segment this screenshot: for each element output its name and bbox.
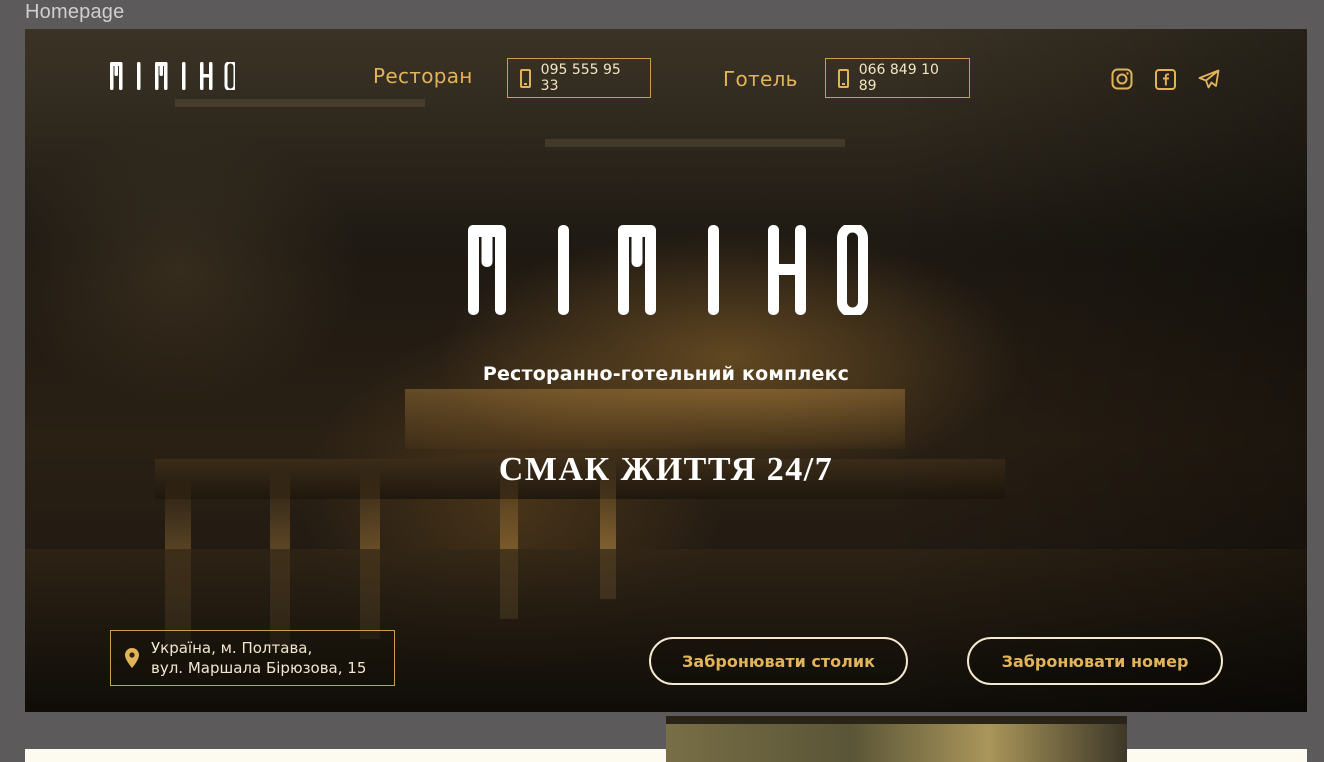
map-pin-icon xyxy=(125,648,139,668)
phone-icon xyxy=(838,68,849,88)
phone-icon xyxy=(520,68,531,88)
telegram-icon[interactable] xyxy=(1198,69,1220,89)
address-line-1: Україна, м. Полтава, xyxy=(151,639,313,657)
ceiling-light xyxy=(175,99,425,107)
social-links xyxy=(1111,68,1220,90)
nav-restaurant-link[interactable]: Ресторан xyxy=(373,64,473,88)
restaurant-phone[interactable]: 095 555 95 33 xyxy=(507,58,651,98)
logo-mark-small xyxy=(110,62,235,90)
hero-tagline: СМАК ЖИТТЯ 24/7 xyxy=(498,451,834,488)
hero-brand-logo xyxy=(468,225,868,315)
ceiling-light xyxy=(545,139,845,147)
address-line-2: вул. Маршала Бірюзова, 15 xyxy=(151,659,367,677)
instagram-icon[interactable] xyxy=(1111,68,1133,90)
address-box: Україна, м. Полтава, вул. Маршала Бірюзо… xyxy=(110,630,395,686)
bar-shelf-glow xyxy=(405,389,905,449)
address-text: Україна, м. Полтава, вул. Маршала Бірюзо… xyxy=(151,638,366,678)
frame-label: Homepage xyxy=(25,1,125,23)
facebook-icon[interactable] xyxy=(1155,68,1176,90)
hotel-phone-number: 066 849 10 89 xyxy=(858,62,939,94)
book-table-button[interactable]: Забронювати столик xyxy=(649,637,908,685)
hero-subtitle: Ресторанно-готельний комплекс xyxy=(482,363,850,385)
nav-hotel-link[interactable]: Готель xyxy=(723,67,798,91)
book-room-button[interactable]: Забронювати номер xyxy=(967,637,1223,685)
site-logo[interactable] xyxy=(110,62,235,90)
hotel-phone[interactable]: 066 849 10 89 xyxy=(825,58,970,98)
hero-section: Ресторан 095 555 95 33 Готель 066 849 10… xyxy=(25,29,1307,712)
next-section-photo xyxy=(666,716,1127,762)
restaurant-phone-number: 095 555 95 33 xyxy=(540,62,621,94)
